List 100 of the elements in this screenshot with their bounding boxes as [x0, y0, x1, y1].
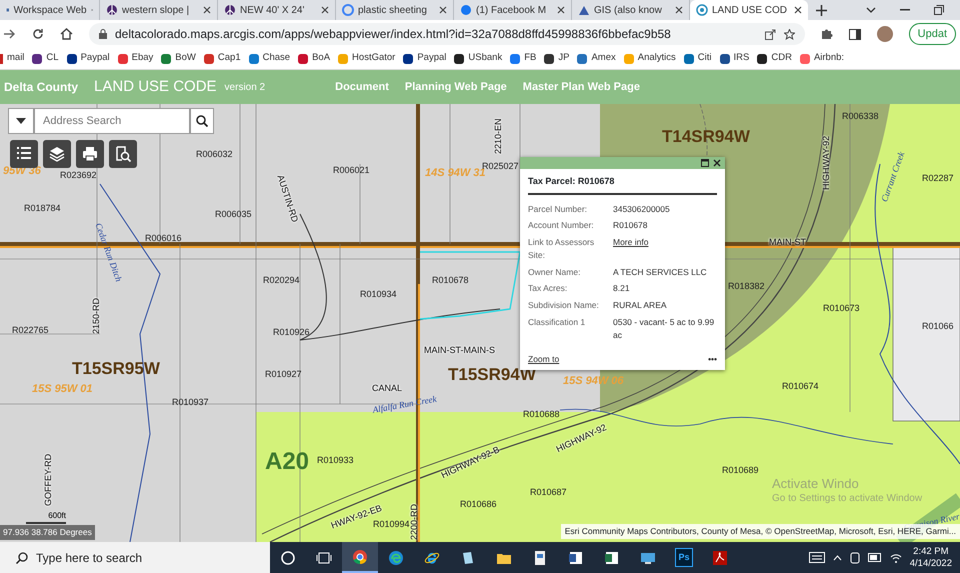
bookmark-link[interactable]: Analytics — [638, 51, 676, 66]
share-icon[interactable] — [764, 28, 776, 40]
parcel-label: R010678 — [432, 276, 469, 285]
avatar-icon[interactable] — [876, 26, 893, 42]
bookmark-link[interactable]: Paypal — [417, 51, 446, 66]
bookmark-link[interactable]: IRS — [734, 51, 750, 66]
bookmark-link[interactable]: CL — [46, 51, 59, 66]
road-label: MAIN-ST-MAIN-S — [424, 346, 495, 355]
keyboard-icon[interactable] — [808, 552, 825, 563]
battery-icon[interactable] — [868, 553, 882, 562]
bookmark-link[interactable]: FB — [524, 51, 536, 66]
new-tab-icon[interactable] — [816, 4, 826, 16]
printer-icon — [81, 145, 99, 163]
minimize-icon[interactable] — [900, 9, 910, 11]
maximize-icon[interactable] — [701, 159, 709, 167]
address-bar[interactable]: deltacolorado.maps.arcgis.com/apps/webappviewer/index.html?id=32a7088d8ffd45998836f6bbefac9b58 — [89, 23, 805, 45]
restore-icon[interactable] — [934, 5, 944, 15]
bookmark-link[interactable]: mail — [7, 51, 24, 66]
forward-icon[interactable] — [4, 29, 16, 39]
parcel-label: R006035 — [215, 210, 252, 219]
bookmark-icon — [338, 54, 348, 64]
dropdown-button[interactable] — [8, 108, 34, 134]
bookmark-icon — [118, 54, 128, 64]
bookmark-icon — [454, 54, 464, 64]
bookmark-link[interactable]: BoA — [312, 51, 330, 66]
bookmark-link[interactable]: Cap1 — [218, 51, 241, 66]
close-icon[interactable] — [321, 6, 329, 14]
more-actions-button[interactable]: ••• — [708, 353, 717, 366]
bookmark-link[interactable]: Ebay — [132, 51, 154, 66]
more-info-link[interactable]: More info — [613, 236, 648, 262]
home-icon[interactable] — [60, 28, 73, 40]
close-icon[interactable] — [794, 6, 802, 14]
update-button[interactable]: Updat — [908, 22, 956, 46]
road-label: 2150-RD — [92, 298, 101, 334]
parcel-label: R010688 — [523, 410, 560, 419]
close-icon[interactable] — [557, 6, 565, 14]
zoom-to-link[interactable]: Zoom to — [528, 353, 560, 366]
notepad-icon — [460, 550, 476, 566]
puzzle-icon[interactable] — [820, 28, 833, 40]
parcel-label: R02287 — [922, 174, 954, 183]
parcel-label: R010937 — [172, 398, 209, 407]
field-label: Link to Assessors Site: — [528, 236, 596, 262]
close-icon[interactable] — [203, 6, 211, 14]
bookmark-link[interactable]: USbank — [468, 51, 502, 66]
document-icon — [532, 550, 548, 566]
bookmark-icon — [624, 54, 634, 64]
field-value: 0530 - vacant- 5 ac to 9.99 ac — [613, 316, 716, 342]
parcel-label: R006032 — [196, 150, 233, 159]
bookmark-icon — [32, 54, 42, 64]
bookmark-link[interactable]: Chase — [262, 51, 290, 66]
taskbar-search-field[interactable]: Type here to search — [0, 542, 270, 573]
lock-icon — [99, 29, 107, 39]
layers-button[interactable] — [43, 140, 71, 168]
print-button[interactable] — [76, 140, 104, 168]
road-label: 2210-EN — [494, 118, 503, 154]
bookmark-link[interactable]: Paypal — [80, 51, 110, 66]
list-button[interactable] — [10, 140, 38, 168]
query-button[interactable] — [109, 140, 137, 168]
address-search-field[interactable]: Address Search — [34, 108, 190, 134]
version-label: version 2 — [224, 80, 266, 94]
road-label: CANAL — [372, 384, 402, 393]
township-label: T15SR94W — [448, 366, 536, 383]
parcel-label: R01066 — [922, 322, 954, 331]
chevron-down-icon[interactable] — [866, 7, 876, 13]
section-label: 14S 94W 31 — [425, 168, 486, 179]
section-label: 15S 95W 01 — [32, 384, 93, 395]
star-icon[interactable] — [784, 28, 795, 40]
search-icon — [16, 552, 28, 564]
parcel-label: R018382 — [728, 282, 765, 291]
bookmark-link[interactable]: BoW — [175, 51, 196, 66]
parcel-label: R010927 — [265, 370, 302, 379]
close-icon[interactable] — [439, 6, 447, 14]
device-icon[interactable] — [850, 552, 860, 564]
browser-tab[interactable]: LAND USE COD — [690, 0, 808, 20]
chevron-up-icon[interactable] — [832, 554, 842, 560]
close-icon[interactable] — [675, 6, 683, 14]
field-label: Account Number: — [528, 219, 595, 232]
bookmark-link[interactable]: Airbnb: — [814, 51, 844, 66]
search-button[interactable] — [190, 108, 214, 134]
field-label: Owner Name: — [528, 266, 582, 278]
sidebar-icon[interactable] — [848, 28, 861, 40]
wifi-icon[interactable] — [890, 552, 902, 562]
county-logo: Delta County — [4, 81, 78, 93]
bookmark-link[interactable]: JP — [558, 51, 570, 66]
taskbar-app[interactable]: Ps — [666, 542, 702, 573]
close-icon[interactable] — [713, 159, 721, 167]
field-value: A TECH SERVICES LLC — [613, 266, 707, 278]
bookmark-link[interactable]: Citi — [698, 51, 712, 66]
word-icon — [568, 550, 584, 566]
bookmark-link[interactable]: CDR — [771, 51, 792, 66]
field-value: R010678 — [613, 219, 648, 232]
reload-icon[interactable] — [32, 28, 44, 40]
acrobat-icon — [712, 550, 728, 566]
parcel-label: R018784 — [24, 204, 61, 213]
bookmark-link[interactable]: HostGator — [352, 51, 396, 66]
bookmark-link[interactable]: Amex — [591, 51, 616, 66]
excel-icon — [604, 550, 620, 566]
peace-icon — [224, 4, 236, 16]
taskbar-clock[interactable]: 2:42 PM 4/14/2022 — [910, 546, 952, 569]
field-value: RURAL AREA — [613, 299, 667, 312]
